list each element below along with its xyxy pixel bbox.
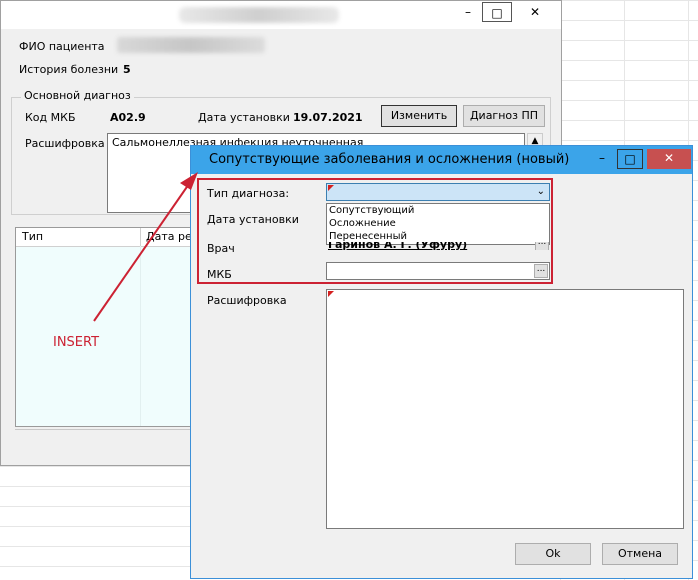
grid-body-divider — [140, 246, 141, 426]
diagnosis-type-label: Тип диагноза: — [207, 187, 290, 200]
doctor-label: Врач — [207, 242, 235, 255]
decoding-label: Расшифровка — [207, 294, 287, 307]
dialog-maximize-button[interactable]: □ — [617, 149, 643, 169]
decoding-label: Расшифровка — [25, 137, 105, 150]
redacted-window-title — [179, 7, 339, 23]
annotation-label: INSERT — [53, 335, 100, 350]
dialog-close-button[interactable]: ✕ — [647, 149, 691, 169]
patient-name-label: ФИО пациента — [19, 40, 105, 53]
set-date-label: Дата установки — [207, 213, 299, 226]
redacted-patient-name — [117, 37, 265, 53]
history-label: История болезни — [19, 63, 119, 76]
maximize-button[interactable]: □ — [482, 2, 512, 22]
mkb-field[interactable]: ... — [326, 262, 550, 280]
diagnosis-pp-button[interactable]: Диагноз ПП — [463, 105, 545, 127]
ok-button[interactable]: Ok — [515, 543, 591, 565]
change-button[interactable]: Изменить — [381, 105, 457, 127]
required-marker-icon — [328, 291, 334, 297]
mkb-code-value: A02.9 — [110, 111, 146, 124]
mkb-lookup-button[interactable]: ... — [534, 264, 548, 278]
diagnosis-type-combo[interactable]: ⌄ — [326, 183, 550, 201]
grid-header: Тип Дата ре — [16, 228, 204, 247]
patient-window-titlebar: – □ ✕ — [1, 1, 561, 29]
cancel-button[interactable]: Отмена — [602, 543, 678, 565]
diagnoses-grid[interactable]: Тип Дата ре — [15, 227, 205, 427]
dropdown-option-complication[interactable]: Осложнение — [327, 217, 549, 230]
doctor-field[interactable]: Гаринов А. Г. (Уфуру) ... — [326, 242, 550, 250]
decoding-textarea[interactable] — [326, 289, 684, 529]
mkb-label: МКБ — [207, 268, 232, 281]
history-value: 5 — [123, 63, 131, 76]
mkb-code-label: Код МКБ — [25, 111, 76, 124]
diagnosis-type-dropdown[interactable]: Сопутствующий Осложнение Перенесенный — [326, 203, 550, 245]
doctor-lookup-button[interactable]: ... — [535, 242, 549, 250]
required-marker-icon — [328, 185, 334, 191]
set-date-label: Дата установки — [198, 111, 290, 124]
chevron-down-icon[interactable]: ⌄ — [537, 184, 545, 200]
grid-col-date[interactable]: Дата ре — [146, 230, 192, 243]
close-button[interactable]: ✕ — [511, 2, 559, 22]
dialog-title: Сопутствующие заболевания и осложнения (… — [209, 152, 570, 167]
grid-col-type[interactable]: Тип — [22, 230, 43, 243]
grid-col-divider — [140, 228, 141, 246]
grid-bottom-divider — [15, 429, 195, 430]
doctor-value: Гаринов А. Г. (Уфуру) — [328, 242, 468, 250]
dropdown-option-concomitant[interactable]: Сопутствующий — [327, 204, 549, 217]
minimize-button[interactable]: – — [453, 2, 483, 22]
background-spreadsheet-left — [0, 466, 200, 580]
main-diagnosis-legend: Основной диагноз — [21, 89, 134, 102]
comorbidity-dialog: Сопутствующие заболевания и осложнения (… — [190, 145, 693, 579]
dialog-minimize-button[interactable]: – — [589, 149, 615, 169]
dialog-titlebar: Сопутствующие заболевания и осложнения (… — [191, 146, 692, 174]
set-date-value: 19.07.2021 — [293, 111, 363, 124]
